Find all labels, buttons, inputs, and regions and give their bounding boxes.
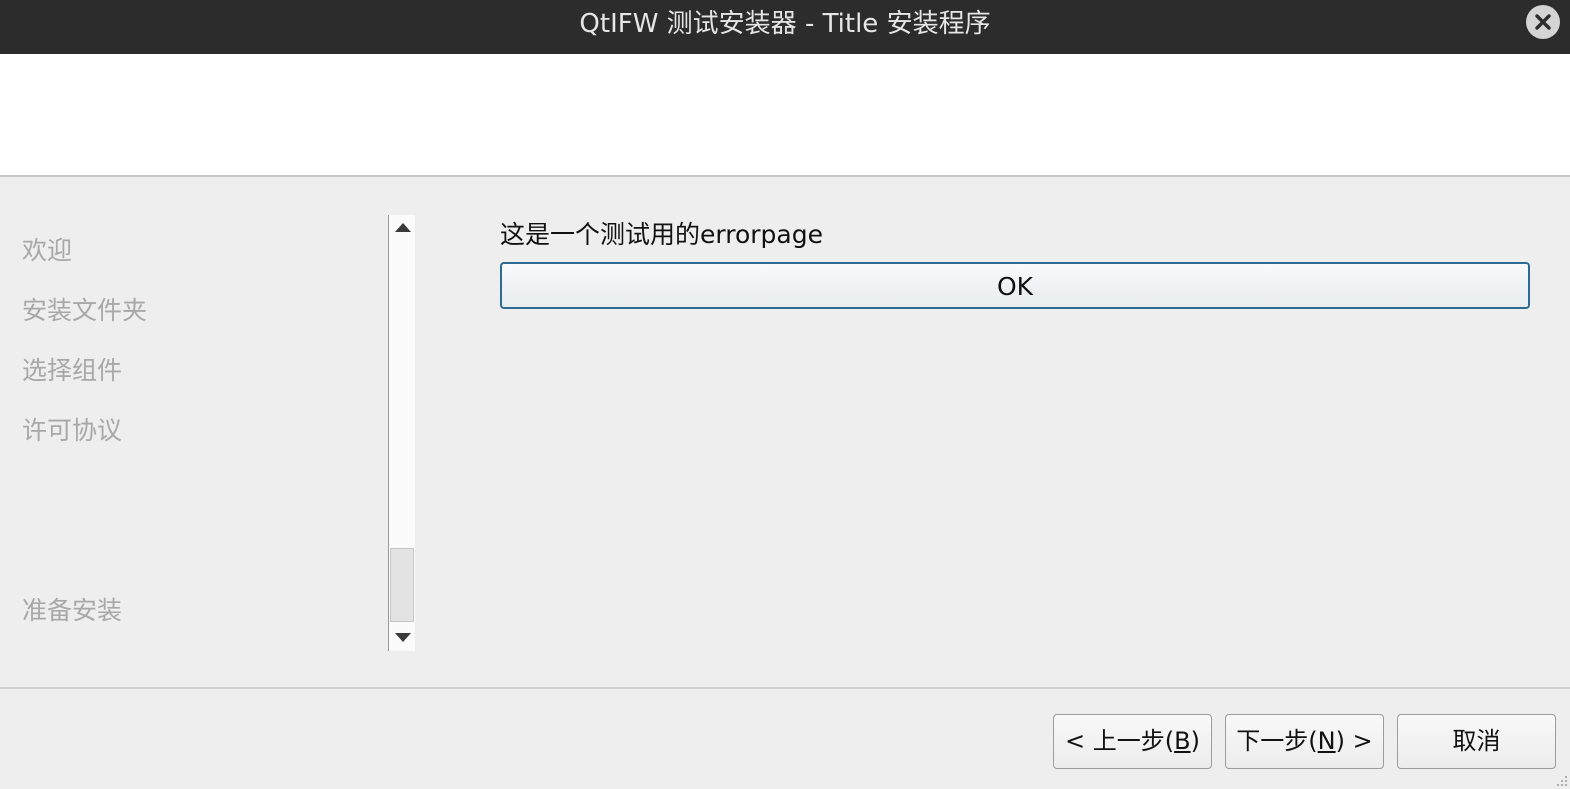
scroll-up-button[interactable] bbox=[389, 215, 415, 241]
back-button-mnemonic: B bbox=[1174, 727, 1191, 755]
step-install-folder: 安装文件夹 bbox=[22, 296, 148, 325]
page-heading: 这是一个测试用的errorpage bbox=[500, 220, 823, 249]
back-button-prefix: < 上一步( bbox=[1065, 727, 1175, 755]
next-button-prefix: 下一步( bbox=[1236, 727, 1318, 755]
scrollbar-thumb[interactable] bbox=[390, 548, 414, 622]
close-icon bbox=[1535, 14, 1551, 30]
back-button[interactable]: < 上一步(B) bbox=[1053, 714, 1212, 769]
resize-grip-icon[interactable] bbox=[1552, 771, 1568, 787]
back-button-suffix: ) bbox=[1190, 727, 1200, 755]
step-ready-to-install: 准备安装 bbox=[22, 596, 123, 625]
header-banner bbox=[0, 54, 1570, 177]
next-button[interactable]: 下一步(N) > bbox=[1225, 714, 1384, 769]
chevron-up-icon bbox=[395, 223, 411, 232]
window-title: QtIFW 测试安装器 - Title 安装程序 bbox=[579, 9, 991, 39]
scroll-down-button[interactable] bbox=[389, 625, 415, 651]
next-button-suffix: ) > bbox=[1335, 727, 1373, 755]
cancel-button[interactable]: 取消 bbox=[1397, 714, 1556, 769]
title-bar: QtIFW 测试安装器 - Title 安装程序 bbox=[0, 0, 1570, 54]
chevron-down-icon bbox=[395, 633, 411, 642]
step-select-components: 选择组件 bbox=[22, 356, 123, 385]
next-button-mnemonic: N bbox=[1317, 727, 1336, 755]
step-license-agreement: 许可协议 bbox=[22, 416, 123, 445]
footer-divider bbox=[0, 687, 1570, 689]
step-welcome: 欢迎 bbox=[22, 236, 73, 265]
step-list-scrollbar[interactable] bbox=[388, 215, 415, 651]
close-button[interactable] bbox=[1526, 5, 1560, 39]
ok-button[interactable]: OK bbox=[500, 262, 1530, 309]
